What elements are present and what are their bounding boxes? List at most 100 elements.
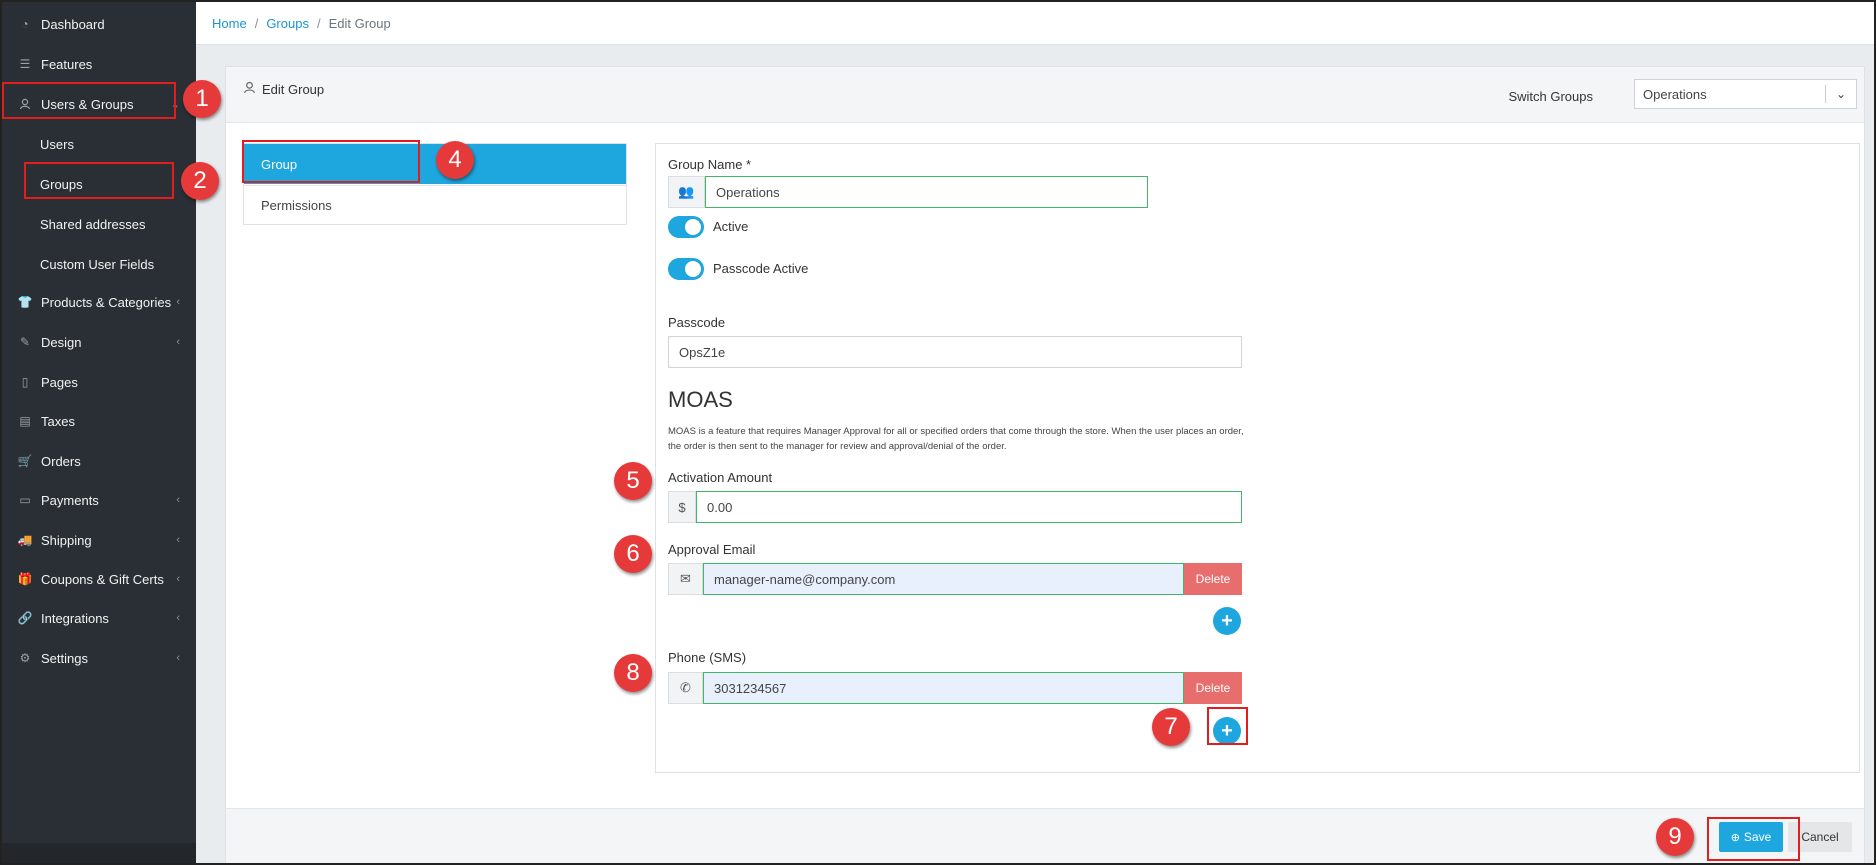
switch-groups-label: Switch Groups <box>1508 89 1593 104</box>
chevron-left-icon: ‹ <box>176 652 180 664</box>
passcode-input[interactable]: OpsZ1e <box>668 336 1242 368</box>
form-footer: ⊕ Save Cancel <box>226 808 1864 863</box>
sidebar: ◔ Dashboard ☰ Features Users & Groups ⌄ … <box>2 2 196 863</box>
breadcrumb-current: Edit Group <box>328 15 391 31</box>
sidebar-item-shipping[interactable]: 🚚 Shipping ‹ <box>2 521 196 559</box>
sidebar-item-pages[interactable]: ▯ Pages <box>2 363 196 401</box>
activation-amount-input[interactable]: 0.00 <box>696 491 1242 523</box>
gift-icon: 🎁 <box>17 572 33 586</box>
sidebar-item-taxes[interactable]: ▤ Taxes <box>2 402 196 440</box>
highlight-groups <box>24 162 174 199</box>
passcode-label: Passcode <box>668 315 726 330</box>
chevron-down-icon: ⌄ <box>1835 87 1847 101</box>
approval-email-field: ✉ manager-name@company.com Delete <box>668 563 1242 595</box>
sidebar-item-label: Shared addresses <box>40 216 146 232</box>
callout-badge: 1 <box>183 80 221 118</box>
sidebar-item-label: Orders <box>41 453 81 469</box>
moas-heading: MOAS <box>668 387 733 412</box>
credit-card-icon: ▭ <box>19 493 31 507</box>
sidebar-item-integrations[interactable]: 🔗 Integrations ‹ <box>2 599 196 637</box>
list-icon: ☰ <box>19 57 31 71</box>
money-icon: ▤ <box>19 414 31 428</box>
phone-sms-input[interactable]: 3031234567 <box>703 672 1184 704</box>
callout-badge: 6 <box>614 535 652 573</box>
add-email-button[interactable]: + <box>1213 607 1241 635</box>
sidebar-item-label: Payments <box>41 492 99 508</box>
highlight-add-phone <box>1207 707 1248 745</box>
sidebar-item-settings[interactable]: ⚙ Settings ‹ <box>2 639 196 677</box>
highlight-save <box>1707 817 1800 861</box>
callout-badge: 9 <box>1656 818 1694 856</box>
sidebar-item-payments[interactable]: ▭ Payments ‹ <box>2 481 196 519</box>
sidebar-item-label: Pages <box>41 374 78 390</box>
callout-badge: 7 <box>1152 708 1190 746</box>
sidebar-item-label: Integrations <box>41 610 109 626</box>
callout-badge: 2 <box>181 162 219 200</box>
app-frame: ◔ Dashboard ☰ Features Users & Groups ⌄ … <box>0 0 1876 865</box>
sidebar-item-label: Users <box>40 136 74 152</box>
sidebar-item-design[interactable]: ✎ Design ‹ <box>2 323 196 361</box>
page-title-text: Edit Group <box>262 81 325 97</box>
breadcrumb-separator: / <box>316 15 321 31</box>
switch-groups-select[interactable]: Operations ⌄ <box>1634 79 1857 109</box>
users-icon: 👥 <box>668 176 705 208</box>
approval-email-label: Approval Email <box>668 542 756 557</box>
tab-label: Permissions <box>261 198 332 213</box>
sidebar-item-coupons[interactable]: 🎁 Coupons & Gift Certs ‹ <box>2 560 196 598</box>
group-name-input[interactable]: Operations <box>705 176 1148 208</box>
sidebar-item-label: Products & Categories <box>41 294 172 310</box>
file-icon: ▯ <box>21 375 29 389</box>
sidebar-item-label: Taxes <box>41 413 75 429</box>
chevron-left-icon: ‹ <box>176 494 180 506</box>
passcode-field: OpsZ1e <box>668 336 1242 368</box>
link-icon: 🔗 <box>17 611 33 625</box>
tshirt-icon: 👕 <box>17 295 33 309</box>
active-toggle[interactable] <box>668 216 704 238</box>
sidebar-item-label: Shipping <box>41 532 92 548</box>
chevron-left-icon: ‹ <box>176 296 180 308</box>
phone-icon: ✆ <box>668 672 703 704</box>
toggle-knob <box>685 261 701 277</box>
activation-amount-label: Activation Amount <box>668 470 773 485</box>
phone-sms-label: Phone (SMS) <box>668 650 747 665</box>
sidebar-item-features[interactable]: ☰ Features <box>2 45 196 83</box>
sidebar-item-label: Dashboard <box>41 16 105 32</box>
passcode-active-toggle[interactable] <box>668 258 704 280</box>
sidebar-item-label: Custom User Fields <box>40 256 155 272</box>
approval-email-input[interactable]: manager-name@company.com <box>703 563 1184 595</box>
gear-icon: ⚙ <box>19 651 31 665</box>
envelope-icon: ✉ <box>668 563 703 595</box>
user-icon <box>243 81 256 97</box>
brush-icon: ✎ <box>19 335 31 349</box>
dashboard-icon: ◔ <box>21 17 29 31</box>
sidebar-item-custom-user-fields[interactable]: Custom User Fields <box>2 245 196 283</box>
breadcrumb: Home / Groups / Edit Group <box>196 2 1874 45</box>
breadcrumb-home-link[interactable]: Home <box>212 16 247 31</box>
breadcrumb-groups-link[interactable]: Groups <box>266 16 309 31</box>
sidebar-item-shared-addresses[interactable]: Shared addresses <box>2 205 196 243</box>
sidebar-item-products-categories[interactable]: 👕 Products & Categories ‹ <box>2 283 196 321</box>
phone-sms-field: ✆ 3031234567 Delete <box>668 672 1242 704</box>
chevron-left-icon: ‹ <box>176 534 180 546</box>
sidebar-item-dashboard[interactable]: ◔ Dashboard <box>2 5 196 43</box>
tab-permissions[interactable]: Permissions <box>244 185 626 225</box>
switch-groups-value: Operations <box>1643 86 1707 102</box>
breadcrumb-separator: / <box>254 15 259 31</box>
moas-description: MOAS is a feature that requires Manager … <box>668 426 1244 452</box>
chevron-left-icon: ‹ <box>176 612 180 624</box>
dollar-icon: $ <box>668 491 696 523</box>
group-form: Group Name * 👥 Operations Active Passcod… <box>655 143 1860 773</box>
sidebar-item-label: Coupons & Gift Certs <box>41 571 164 587</box>
passcode-active-label: Passcode Active <box>713 261 809 276</box>
activation-amount-field: $ 0.00 <box>668 491 1242 523</box>
highlight-users-groups <box>2 82 176 119</box>
sidebar-item-users[interactable]: Users <box>2 125 196 163</box>
callout-badge: 5 <box>614 462 652 500</box>
sidebar-item-label: Design <box>41 334 82 350</box>
page-title: Edit Group <box>243 81 324 97</box>
sidebar-item-orders[interactable]: 🛒 Orders <box>2 442 196 480</box>
delete-email-button[interactable]: Delete <box>1184 563 1242 595</box>
delete-phone-button[interactable]: Delete <box>1184 672 1242 704</box>
sidebar-footer <box>2 843 196 863</box>
edit-group-panel: Edit Group Switch Groups Operations ⌄ Gr… <box>225 66 1865 863</box>
